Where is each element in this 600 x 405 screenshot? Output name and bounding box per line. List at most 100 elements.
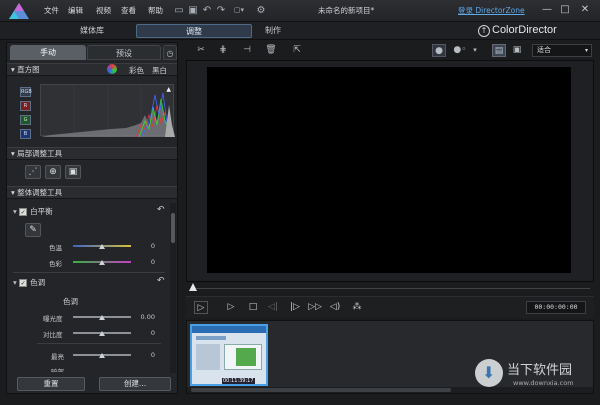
tab-produce[interactable]: 制作 [248, 24, 298, 38]
split-icon[interactable]: ⋕ [216, 44, 230, 57]
watermark-name: 当下软件园 [507, 363, 573, 378]
timecode-display: 00:00:00:00 [526, 301, 586, 314]
trim-icon[interactable]: ⊣ [240, 44, 254, 57]
display-mode-icon[interactable]: ▢▾ [230, 4, 248, 17]
tone-checkbox[interactable]: ✓ [19, 279, 28, 287]
slider-value: 0 [150, 329, 155, 337]
maximize-button[interactable]: □ [558, 4, 572, 16]
preview-toolbar: ✂ ⋕ ⊣ 🗑 ⇱ ● ●◦ ▾ ▤ ▣ 适合 ▾ [186, 42, 594, 60]
tab-adjust[interactable]: 调整 [136, 24, 252, 38]
preview-canvas[interactable] [207, 67, 571, 273]
delete-icon[interactable]: 🗑 [264, 44, 278, 57]
panel-scrollbar[interactable] [170, 203, 176, 373]
local-tools-header[interactable]: ▾ 局部调整工具 [7, 147, 177, 160]
timeline-scrubber[interactable] [186, 282, 594, 294]
slider-knob[interactable] [99, 260, 105, 265]
minimize-button[interactable]: — [540, 4, 554, 16]
volume-icon[interactable]: ◁) [328, 301, 342, 314]
slider-value: 0 [150, 351, 155, 359]
slider-value: 0 [150, 242, 155, 250]
close-button[interactable]: ✕ [578, 4, 592, 16]
divider [37, 343, 161, 344]
channel-b[interactable]: B [20, 129, 31, 139]
tone-header[interactable]: ▾ ✓ 色调 [13, 276, 163, 289]
save-icon[interactable]: ▣ [186, 4, 200, 17]
chevron-down-icon[interactable]: ▾ [470, 44, 480, 57]
reset-white-balance-icon[interactable]: ↶ [157, 205, 165, 215]
redo-icon[interactable]: ↷ [214, 4, 228, 17]
global-tools-header[interactable]: ▾ 整体调整工具 [7, 186, 177, 199]
white-balance-checkbox[interactable]: ✓ [19, 208, 28, 216]
clip-thumbnail[interactable]: 00:11:39:17 [190, 324, 268, 386]
thumb-line [196, 336, 226, 340]
channel-r[interactable]: R [20, 101, 31, 111]
eyedropper-icon[interactable]: ✎ [25, 223, 41, 237]
menu-video[interactable]: 视频 [96, 5, 111, 16]
fast-forward-icon[interactable]: ▷▷ [308, 301, 322, 314]
slider-knob[interactable] [99, 353, 105, 358]
clip-warning-icon[interactable]: ▲ [166, 86, 171, 93]
radial-filter-icon[interactable]: ⊕ [45, 165, 61, 179]
reset-tone-icon[interactable]: ↶ [157, 276, 165, 286]
tone-title: 色调 [30, 278, 46, 287]
histogram-title: 直方图 [17, 65, 40, 74]
thumb-block [196, 344, 220, 370]
slider-knob[interactable] [99, 244, 105, 249]
stop-icon[interactable]: □ [246, 301, 260, 314]
menu-file[interactable]: 文件 [44, 5, 59, 16]
fullscreen-preview-icon[interactable]: ▷ [194, 301, 208, 314]
thumb-time: 00:11:39:17 [222, 378, 255, 384]
export-frame-icon[interactable]: ⇱ [290, 44, 304, 57]
zoom-select[interactable]: 适合 ▾ [532, 44, 592, 57]
cut-icon[interactable]: ✂ [194, 44, 208, 57]
next-frame-icon[interactable]: |▷ [288, 301, 302, 314]
reset-button[interactable]: 重置 [17, 377, 85, 391]
slider-value: 0.00 [140, 313, 155, 321]
tab-manual[interactable]: 手动 [10, 45, 86, 60]
folder-icon[interactable]: ▭ [172, 4, 186, 17]
fit-view-icon[interactable]: ▤ [492, 44, 506, 57]
tab-library[interactable]: 媒体库 [60, 24, 124, 38]
scrollbar-thumb[interactable] [171, 213, 175, 243]
slider-knob[interactable] [99, 331, 105, 336]
history-icon[interactable]: ◷ [163, 45, 177, 60]
menu-help[interactable]: 帮助 [148, 5, 163, 16]
transport-controls: ▷ ▷ □ ◁| |▷ ▷▷ ◁) ⁂ 00:00:00:00 [186, 296, 594, 318]
scrollbar-thumb[interactable] [191, 388, 451, 392]
compare-view-icon[interactable]: ●◦ [450, 44, 470, 57]
watermark-url: www.downxia.com [513, 379, 574, 387]
brush-tool-icon[interactable]: ⋰ [25, 165, 41, 179]
actual-size-icon[interactable]: ▣ [510, 44, 524, 57]
thumb-green [236, 348, 256, 366]
gear-icon[interactable]: ⚙ [254, 4, 268, 17]
local-tools-title: 局部调整工具 [17, 149, 63, 158]
watermark-logo-icon: ⬇ [475, 359, 503, 387]
divider [13, 272, 165, 273]
slider-knob[interactable] [99, 315, 105, 320]
app-logo-icon [8, 2, 30, 20]
settings-icon[interactable]: ⁂ [350, 301, 364, 314]
tab-preset[interactable]: 预设 [87, 45, 161, 60]
channel-g[interactable]: G [20, 115, 31, 125]
bw-mode-toggle[interactable]: 黑白 [152, 65, 167, 76]
menu-edit[interactable]: 编辑 [68, 5, 83, 16]
histogram-graph: ▲ [40, 84, 175, 138]
playhead-marker[interactable] [189, 283, 197, 291]
zoom-select-value: 适合 [537, 46, 551, 54]
menu-view[interactable]: 查看 [121, 5, 136, 16]
slider-label: 色温 [49, 244, 62, 252]
preview-area [186, 60, 594, 282]
login-link[interactable]: 登录 DirectorZone [458, 5, 525, 16]
create-button[interactable]: 创建... [99, 377, 171, 391]
white-balance-header[interactable]: ▾ ✓ 白平衡 [13, 205, 163, 218]
color-wheel-icon[interactable] [107, 64, 117, 74]
gradient-filter-icon[interactable]: ▣ [65, 165, 81, 179]
scrubber-track [192, 288, 590, 289]
single-view-icon[interactable]: ● [432, 44, 446, 57]
document-title: 未命名的新项目* [318, 6, 375, 15]
undo-icon[interactable]: ↶ [200, 4, 214, 17]
color-mode-toggle[interactable]: 彩色 [129, 65, 144, 76]
play-icon[interactable]: ▷ [224, 301, 238, 314]
previous-frame-icon[interactable]: ◁| [266, 301, 280, 314]
channel-rgb[interactable]: RGB [20, 87, 32, 97]
